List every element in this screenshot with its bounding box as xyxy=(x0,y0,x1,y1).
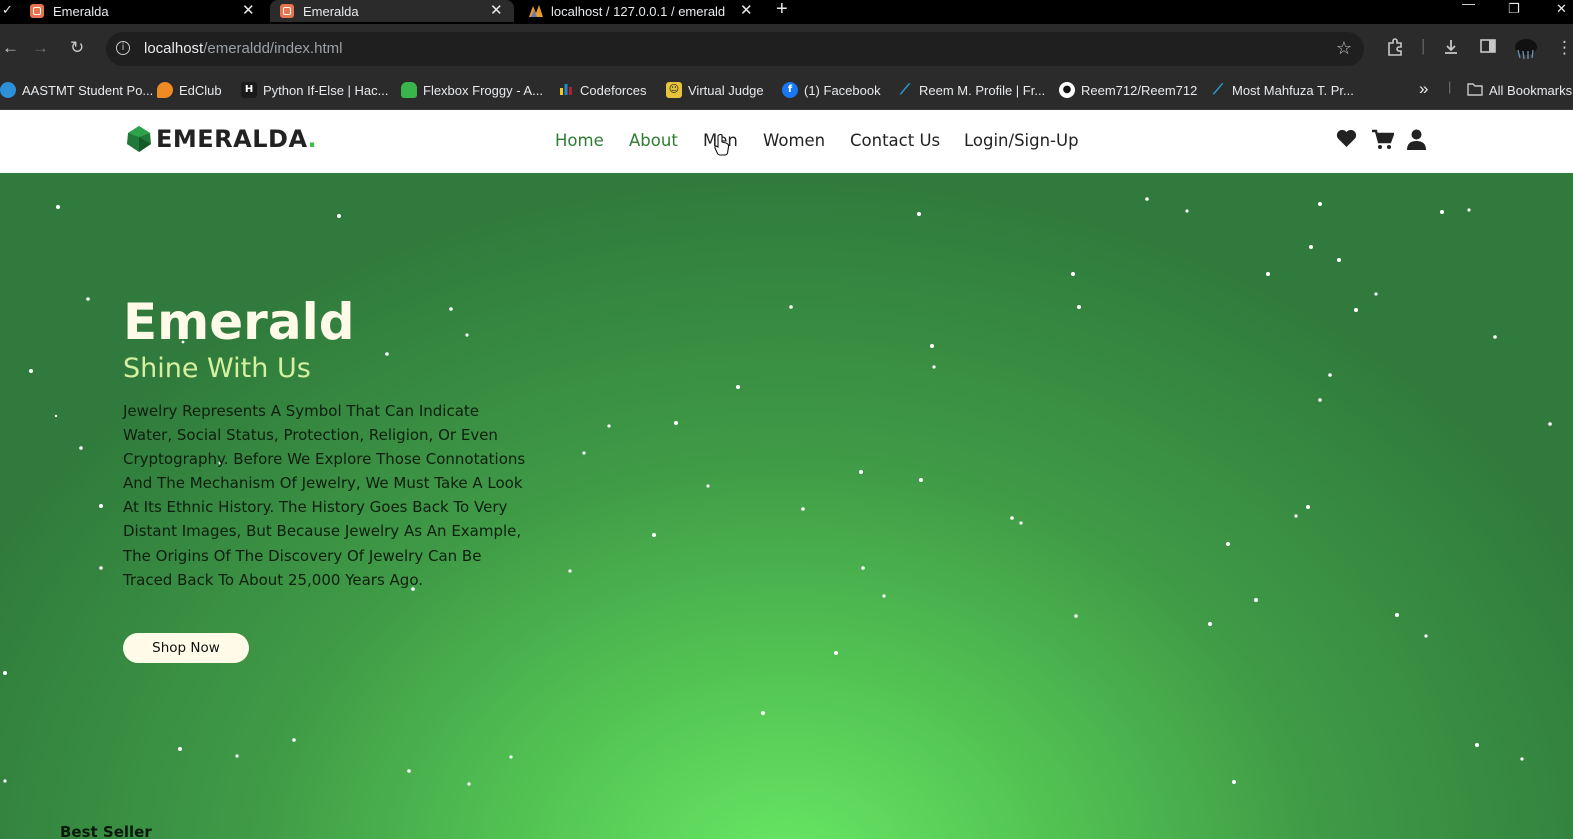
cart-icon[interactable] xyxy=(1371,129,1395,155)
heart-icon[interactable] xyxy=(1336,129,1357,153)
hero-section: Emerald Shine With Us Jewelry Represents… xyxy=(0,173,1573,839)
bookmark-label: Virtual Judge xyxy=(688,82,764,98)
bookmark-label: Reem712/Reem712 xyxy=(1081,82,1198,98)
frog-icon xyxy=(401,82,417,98)
hero-subtitle: Shine With Us xyxy=(123,353,311,384)
hero-description: Jewelry Represents A Symbol That Can Ind… xyxy=(123,402,526,589)
bookmark-label: Flexbox Froggy - A... xyxy=(423,82,543,98)
extensions-icon[interactable] xyxy=(1386,38,1404,61)
tab-title: localhost / 127.0.0.1 / emerald xyxy=(551,3,726,19)
profile-avatar[interactable] xyxy=(1514,38,1538,65)
minimize-window-icon[interactable]: — xyxy=(1462,0,1475,11)
address-bar[interactable]: i localhost/emeraldd/index.html ☆ xyxy=(106,32,1364,66)
close-window-icon[interactable]: ✕ xyxy=(1556,1,1567,17)
github-icon: ● xyxy=(1059,82,1075,98)
all-bookmarks-folder[interactable]: All Bookmarks xyxy=(1467,82,1572,98)
hero-title: Emerald xyxy=(123,293,355,351)
bookmarks-overflow-icon[interactable]: » xyxy=(1419,79,1428,99)
url-host: localhost xyxy=(144,40,204,57)
shop-now-button[interactable]: Shop Now xyxy=(123,633,249,663)
user-icon[interactable] xyxy=(1407,129,1426,155)
bookmark-flexbox-froggy[interactable]: Flexbox Froggy - A... xyxy=(401,82,543,98)
site-navbar: EMERALDA. Home About Men Women Contact U… xyxy=(0,110,1573,173)
tab-title: Emeralda xyxy=(303,3,359,19)
bookmark-label: AASTMT Student Po... xyxy=(22,82,154,98)
site-logo[interactable]: EMERALDA. xyxy=(124,125,317,153)
emerald-gem-icon xyxy=(127,126,151,152)
downloads-icon[interactable] xyxy=(1442,38,1460,61)
bookmark-label: Python If-Else | Hac... xyxy=(263,82,389,98)
facebook-icon: f xyxy=(782,82,798,98)
bookmark-most-mahfuza[interactable]: ⟋ Most Mahfuza T. Pr... xyxy=(1210,82,1354,98)
bookmark-hackerrank[interactable]: H Python If-Else | Hac... xyxy=(241,82,388,98)
nav-about[interactable]: About xyxy=(629,131,678,150)
url-path: /emeraldd/index.html xyxy=(203,40,343,57)
browser-menu-icon[interactable]: ⋮ xyxy=(1556,38,1573,58)
bookmark-label: Reem M. Profile | Fr... xyxy=(919,82,1046,98)
folder-icon xyxy=(1467,82,1483,98)
forward-icon[interactable]: → xyxy=(32,38,49,58)
url-text[interactable]: localhost/emeraldd/index.html xyxy=(144,40,342,57)
hand-pointer-cursor-icon xyxy=(714,134,730,156)
browser-tab-2[interactable]: Emeralda ✕ xyxy=(270,0,514,22)
hackerrank-icon: H xyxy=(241,82,257,98)
logo-dot: . xyxy=(307,125,317,153)
nav-home[interactable]: Home xyxy=(555,131,604,150)
bookmarks-bar: AASTMT Student Po... EdClub H Python If-… xyxy=(0,74,1573,110)
logo-text: EMERALDA xyxy=(156,125,308,153)
bookmark-facebook[interactable]: f (1) Facebook xyxy=(782,82,881,98)
reload-icon[interactable]: ↻ xyxy=(70,38,84,58)
bookmark-reem-profile[interactable]: ⟋ Reem M. Profile | Fr... xyxy=(897,82,1045,98)
close-tab-icon[interactable]: ✕ xyxy=(490,1,503,19)
tab-title: Emeralda xyxy=(53,3,109,19)
best-seller-heading: Best Seller xyxy=(60,823,152,839)
bookmark-label: Most Mahfuza T. Pr... xyxy=(1232,82,1354,98)
bookmark-codeforces[interactable]: Codeforces xyxy=(558,82,646,98)
bookmark-edclub[interactable]: EdClub xyxy=(157,82,222,98)
toolbar-divider: | xyxy=(1421,36,1426,55)
side-panel-icon[interactable] xyxy=(1480,38,1496,59)
site-info-icon[interactable]: i xyxy=(116,41,130,55)
bookmark-label: Codeforces xyxy=(580,82,647,98)
browser-tab-strip: ✓ Emeralda ✕ Emeralda ✕ localhost / 127.… xyxy=(0,0,1573,24)
phpmyadmin-icon xyxy=(528,4,543,18)
freecodecamp-bird-icon: ⟋ xyxy=(900,82,910,98)
edclub-icon xyxy=(157,82,173,98)
bookmark-virtual-judge[interactable]: ☺ Virtual Judge xyxy=(666,82,764,98)
nav-women[interactable]: Women xyxy=(763,131,825,150)
bookmark-label: EdClub xyxy=(179,82,222,98)
nav-login-signup[interactable]: Login/Sign-Up xyxy=(964,131,1079,150)
bookmark-github[interactable]: ● Reem712/Reem712 xyxy=(1059,82,1197,98)
bookmark-label: (1) Facebook xyxy=(804,82,881,98)
xampp-icon xyxy=(30,4,44,18)
bookmarks-divider: | xyxy=(1448,79,1452,94)
bookmark-label: All Bookmarks xyxy=(1489,82,1573,98)
close-tab-icon[interactable]: ✕ xyxy=(242,1,255,19)
browser-tab-1[interactable]: Emeralda ✕ xyxy=(0,0,262,22)
nav-contact-us[interactable]: Contact Us xyxy=(850,131,940,150)
xampp-icon xyxy=(280,4,294,18)
restore-window-icon[interactable]: ❐ xyxy=(1508,1,1520,17)
new-tab-button[interactable]: + xyxy=(776,0,788,21)
bookmark-star-icon[interactable]: ☆ xyxy=(1336,38,1352,59)
virtual-judge-icon: ☺ xyxy=(666,82,682,98)
codeforces-icon xyxy=(558,82,574,98)
close-tab-icon[interactable]: ✕ xyxy=(740,1,753,19)
bookmark-aastmt[interactable]: AASTMT Student Po... xyxy=(0,82,153,98)
aastmt-icon xyxy=(0,82,16,98)
browser-toolbar: ← → ↻ i localhost/emeraldd/index.html ☆ … xyxy=(0,24,1573,74)
freecodecamp-bird-icon: ⟋ xyxy=(1213,82,1223,98)
browser-tab-3[interactable]: localhost / 127.0.0.1 / emerald ✕ xyxy=(518,0,764,22)
back-icon[interactable]: ← xyxy=(2,38,19,58)
